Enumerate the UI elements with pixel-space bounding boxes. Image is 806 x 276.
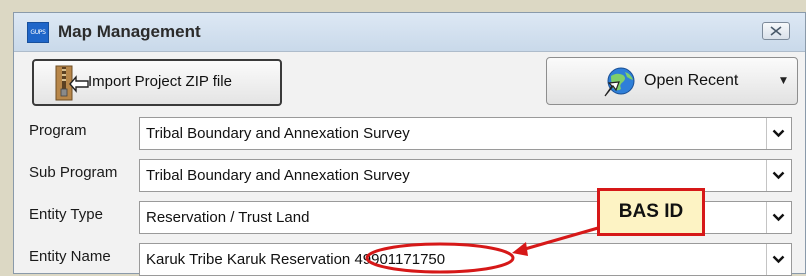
entity-type-dropdown-button[interactable] bbox=[766, 202, 791, 233]
title-bar: GUPS Map Management bbox=[14, 13, 805, 52]
bas-id-callout: BAS ID bbox=[597, 188, 705, 236]
close-button[interactable] bbox=[762, 22, 790, 40]
entity-name-select[interactable]: Karuk Tribe Karuk Reservation 4990117175… bbox=[139, 243, 792, 276]
open-recent-button[interactable]: Open Recent ▼ bbox=[546, 57, 798, 105]
chevron-down-icon bbox=[772, 129, 785, 138]
gups-app-icon: GUPS bbox=[27, 22, 49, 43]
entity-name-dropdown-button[interactable] bbox=[766, 244, 791, 275]
zip-file-arrow-icon bbox=[55, 65, 89, 101]
import-project-zip-button[interactable]: Import Project ZIP file bbox=[32, 59, 282, 106]
open-recent-label: Open Recent bbox=[644, 72, 739, 89]
chevron-down-icon bbox=[772, 255, 785, 264]
entity-name-label: Entity Name bbox=[29, 248, 111, 265]
program-label: Program bbox=[29, 122, 87, 139]
bas-id-callout-label: BAS ID bbox=[618, 201, 684, 222]
entity-type-label: Entity Type bbox=[29, 206, 103, 223]
program-value: Tribal Boundary and Annexation Survey bbox=[146, 125, 410, 142]
entity-type-value: Reservation / Trust Land bbox=[146, 209, 310, 226]
import-button-label: Import Project ZIP file bbox=[88, 73, 232, 90]
sub-program-label: Sub Program bbox=[29, 164, 118, 181]
program-select[interactable]: Tribal Boundary and Annexation Survey bbox=[139, 117, 792, 150]
dropdown-arrow-icon[interactable]: ▼ bbox=[780, 76, 787, 86]
entity-name-value: Karuk Tribe Karuk Reservation 4990117175… bbox=[146, 251, 445, 268]
entity-name-text: Karuk Tribe Karuk Reservation bbox=[146, 251, 351, 268]
window-title: Map Management bbox=[58, 22, 201, 41]
globe-arrow-icon bbox=[604, 67, 635, 97]
sub-program-dropdown-button[interactable] bbox=[766, 160, 791, 191]
chevron-down-icon bbox=[772, 213, 785, 222]
chevron-down-icon bbox=[772, 171, 785, 180]
sub-program-value: Tribal Boundary and Annexation Survey bbox=[146, 167, 410, 184]
bas-id-value: 49901171750 bbox=[354, 251, 446, 268]
close-x-icon bbox=[770, 26, 782, 36]
program-dropdown-button[interactable] bbox=[766, 118, 791, 149]
